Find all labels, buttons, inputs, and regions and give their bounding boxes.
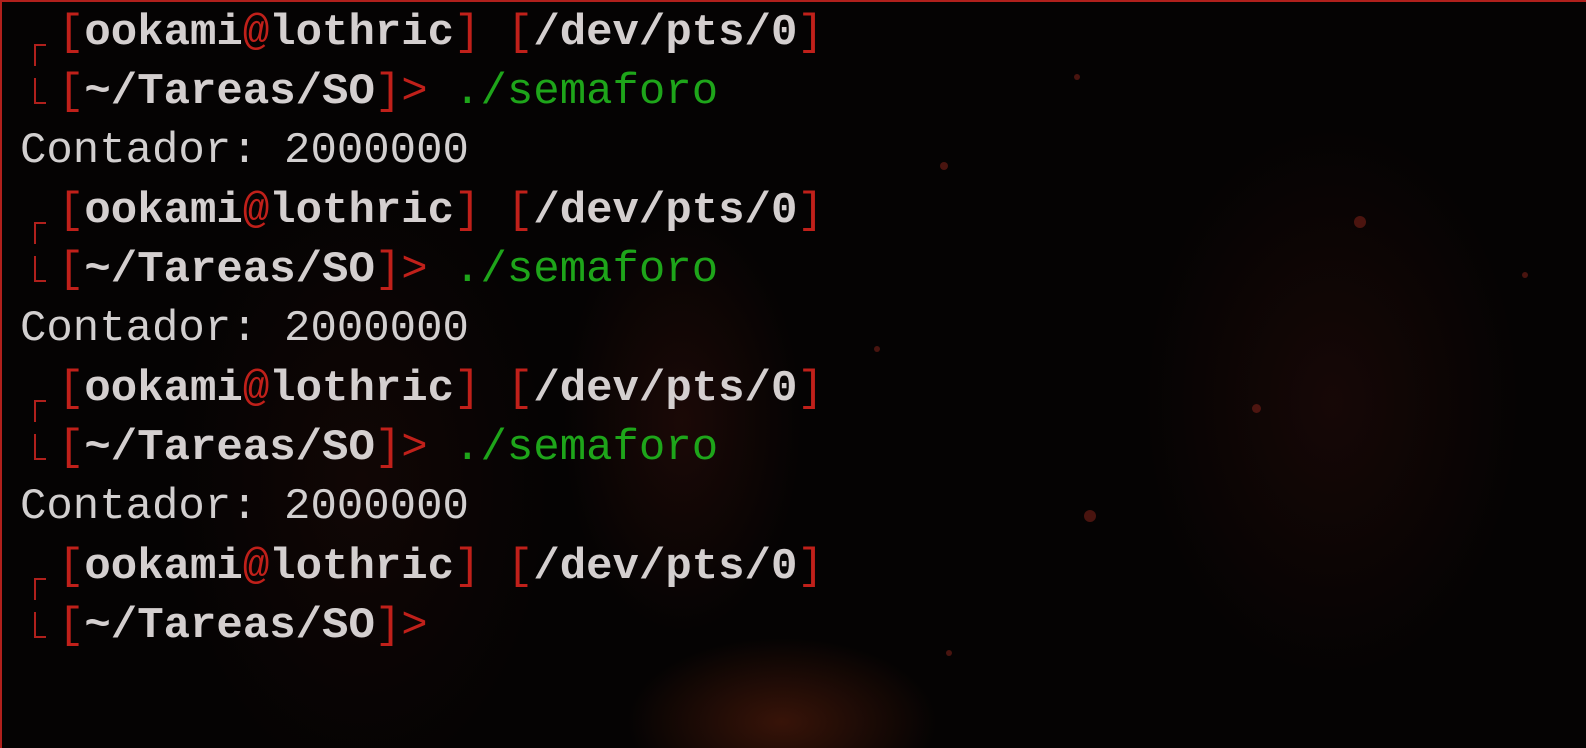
prompt-cwd: ~/Tareas/SO <box>84 423 375 473</box>
background-ember <box>874 346 880 352</box>
prompt-user: ookami <box>84 542 243 592</box>
background-ember <box>1252 404 1261 413</box>
prompt-cwd: ~/Tareas/SO <box>84 245 375 295</box>
prompt-header: [ookami@lothric] [/dev/pts/0] <box>58 182 824 241</box>
prompt-arrow: > <box>401 67 428 117</box>
prompt-bracket: [ <box>506 364 534 414</box>
prompt-bracket: ] <box>374 601 402 651</box>
prompt-user: ookami <box>84 364 243 414</box>
prompt-bracket: [ <box>58 67 85 117</box>
prompt-host: lothric <box>269 542 455 592</box>
prompt-tty: /dev/pts/0 <box>533 186 798 236</box>
prompt-frame-bottom <box>34 78 46 104</box>
prompt-tty: /dev/pts/0 <box>533 542 798 592</box>
prompt-frame-top <box>34 400 46 422</box>
prompt-bracket: [ <box>58 186 85 236</box>
prompt-frame-top <box>34 578 46 600</box>
prompt-arrow: > <box>401 245 428 295</box>
background-ember <box>940 162 948 170</box>
prompt-bracket: ] <box>374 423 402 473</box>
background-ember <box>1084 510 1096 522</box>
prompt-line: [~/Tareas/SO]> ./semaforo <box>58 63 718 122</box>
prompt-bracket: ] <box>454 186 481 236</box>
prompt-tty: /dev/pts/0 <box>533 364 798 414</box>
prompt-tty: /dev/pts/0 <box>533 8 798 58</box>
prompt-bracket: ] <box>797 542 824 592</box>
prompt-at-sign: @ <box>242 8 270 58</box>
prompt-cwd: ~/Tareas/SO <box>84 67 375 117</box>
prompt-bracket: [ <box>58 423 85 473</box>
prompt-line: [~/Tareas/SO]> ./semaforo <box>58 419 718 478</box>
prompt-bracket: ] <box>374 245 402 295</box>
command-output: Contador: 2000000 <box>20 304 469 354</box>
prompt-header: [ookami@lothric] [/dev/pts/0] <box>58 360 824 419</box>
prompt-cwd: ~/Tareas/SO <box>84 601 375 651</box>
prompt-at-sign: @ <box>242 364 270 414</box>
prompt-frame-bottom <box>34 256 46 282</box>
prompt-line: [~/Tareas/SO]> ./semaforo <box>58 241 718 300</box>
background-ember <box>1074 74 1080 80</box>
prompt-arrow: > <box>401 423 428 473</box>
prompt-user: ookami <box>84 8 243 58</box>
prompt-arrow: > <box>401 601 428 651</box>
prompt-header: [ookami@lothric] [/dev/pts/0] <box>58 538 824 597</box>
command-output: Contador: 2000000 <box>20 126 469 176</box>
prompt-bracket: ] <box>797 364 824 414</box>
prompt-bracket: ] <box>374 67 402 117</box>
prompt-frame-top <box>34 44 46 66</box>
prompt-bracket: ] <box>797 186 824 236</box>
prompt-bracket: [ <box>58 364 85 414</box>
prompt-bracket: ] <box>454 364 481 414</box>
prompt-host: lothric <box>269 364 455 414</box>
prompt-at-sign: @ <box>242 186 270 236</box>
terminal-window[interactable]: [ookami@lothric] [/dev/pts/0] [~/Tareas/… <box>0 0 1586 748</box>
prompt-bracket: [ <box>506 542 534 592</box>
background-ember <box>1354 216 1366 228</box>
command-text: ./semaforo <box>454 67 719 117</box>
command-text: ./semaforo <box>454 423 719 473</box>
prompt-bracket: [ <box>58 601 85 651</box>
prompt-host: lothric <box>269 8 455 58</box>
prompt-user: ookami <box>84 186 243 236</box>
prompt-host: lothric <box>269 186 455 236</box>
active-prompt-line[interactable]: [~/Tareas/SO]> <box>58 597 454 656</box>
prompt-frame-top <box>34 222 46 244</box>
prompt-frame-bottom <box>34 612 46 638</box>
prompt-at-sign: @ <box>242 542 270 592</box>
background-ember <box>1522 272 1528 278</box>
prompt-bracket: [ <box>506 8 534 58</box>
prompt-bracket: [ <box>506 186 534 236</box>
prompt-bracket: [ <box>58 542 85 592</box>
prompt-header: [ookami@lothric] [/dev/pts/0] <box>58 4 824 63</box>
prompt-frame-bottom <box>34 434 46 460</box>
prompt-bracket: ] <box>797 8 824 58</box>
prompt-bracket: ] <box>454 8 481 58</box>
background-ember <box>946 650 952 656</box>
command-output: Contador: 2000000 <box>20 482 469 532</box>
prompt-bracket: [ <box>58 8 85 58</box>
command-text: ./semaforo <box>454 245 719 295</box>
prompt-bracket: [ <box>58 245 85 295</box>
prompt-bracket: ] <box>454 542 481 592</box>
